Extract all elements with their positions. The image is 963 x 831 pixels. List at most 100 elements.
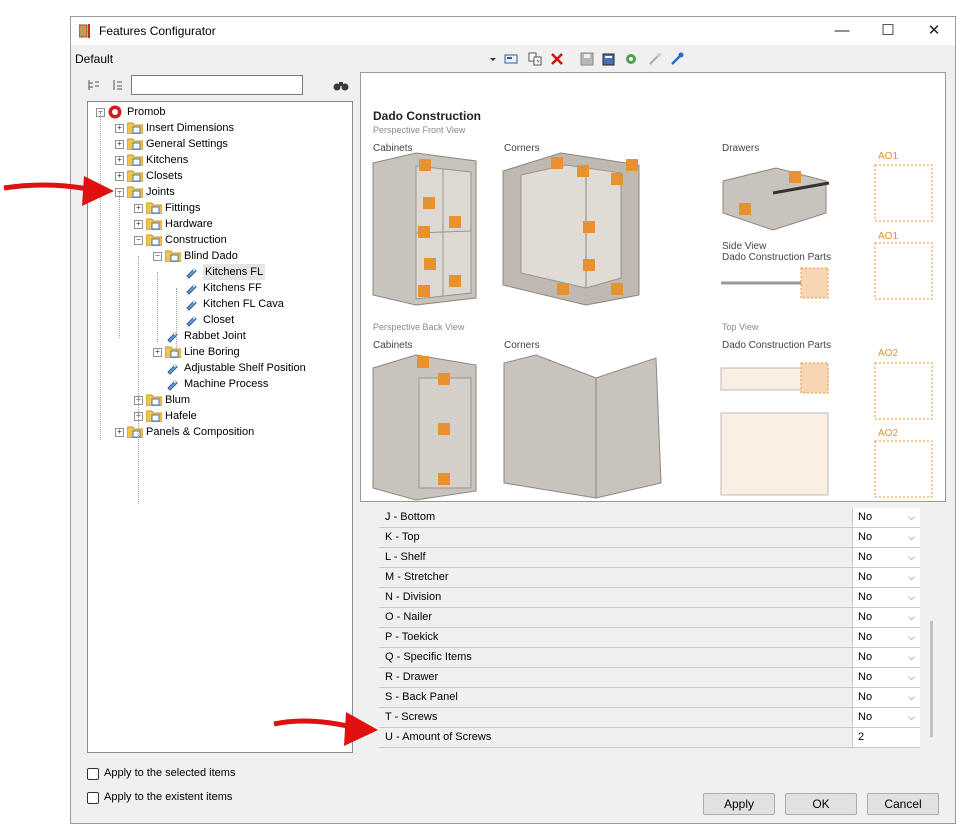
tree-node-label: Fittings (165, 202, 201, 214)
expand-all-icon[interactable] (87, 78, 101, 92)
property-value: No (858, 631, 873, 643)
red-arrow-screws (273, 712, 378, 746)
binoculars-icon[interactable] (333, 78, 349, 92)
apply-button[interactable]: Apply (703, 793, 775, 815)
property-value-dropdown[interactable]: No ⌵ (853, 668, 920, 687)
chevron-down-icon[interactable]: ⌵ (908, 628, 915, 647)
folder-icon (165, 250, 181, 262)
link-icon[interactable] (669, 51, 685, 67)
expand-icon[interactable]: + (153, 348, 162, 357)
chevron-down-icon[interactable]: ⌵ (908, 588, 915, 607)
tree-node-label: Closet (203, 314, 235, 326)
property-value-dropdown[interactable]: No ⌵ (853, 628, 920, 647)
property-value: No (858, 691, 873, 703)
feature-tag-icon (186, 268, 197, 279)
copy-profile-icon[interactable] (527, 51, 543, 67)
property-row[interactable]: L - Shelf No ⌵ (379, 548, 920, 568)
chevron-down-icon[interactable]: ⌵ (908, 568, 915, 587)
settings-gear-icon[interactable] (623, 51, 639, 67)
chevron-down-icon[interactable]: ⌵ (908, 668, 915, 687)
close-button[interactable]: ✕ (911, 17, 957, 45)
property-value: No (858, 571, 873, 583)
tree-node-label: Blum (165, 394, 191, 406)
property-value-dropdown[interactable]: No ⌵ (853, 608, 920, 627)
tree-search-input[interactable] (131, 75, 303, 95)
chevron-down-icon[interactable]: ⌵ (908, 508, 915, 527)
property-row[interactable]: P - Toekick No ⌵ (379, 628, 920, 648)
property-value: No (858, 711, 873, 723)
tree-node-label: Line Boring (184, 346, 240, 358)
expand-icon[interactable]: + (115, 428, 124, 437)
property-row[interactable]: Q - Specific Items No ⌵ (379, 648, 920, 668)
property-row[interactable]: T - Screws No ⌵ (379, 708, 920, 728)
cancel-button[interactable]: Cancel (867, 793, 939, 815)
property-value-dropdown[interactable]: No ⌵ (853, 588, 920, 607)
property-row[interactable]: R - Drawer No ⌵ (379, 668, 920, 688)
collapse-all-icon[interactable] (111, 78, 125, 92)
property-row[interactable]: O - Nailer No ⌵ (379, 608, 920, 628)
chevron-down-icon[interactable]: ⌵ (908, 548, 915, 567)
tree-connector-line (100, 112, 101, 440)
minimize-button[interactable]: — (819, 17, 865, 45)
property-value-dropdown[interactable]: No ⌵ (853, 708, 920, 727)
property-value-dropdown[interactable]: No ⌵ (853, 548, 920, 567)
folder-icon (146, 218, 162, 230)
dropdown-arrow-icon[interactable] (489, 51, 497, 67)
edit-profile-icon[interactable] (503, 51, 519, 67)
preview-image-panel: Dado Construction Perspective Front View… (360, 72, 946, 502)
chevron-down-icon[interactable]: ⌵ (908, 708, 915, 727)
property-value-dropdown[interactable]: No ⌵ (853, 648, 920, 667)
apply-selected-checkbox[interactable] (87, 768, 99, 780)
property-value-dropdown[interactable]: No ⌵ (853, 508, 920, 527)
chevron-down-icon[interactable]: ⌵ (908, 528, 915, 547)
property-value-dropdown[interactable]: No ⌵ (853, 528, 920, 547)
property-row[interactable]: J - Bottom No ⌵ (379, 508, 920, 528)
apply-selected-label: Apply to the selected items (104, 767, 236, 779)
expand-icon[interactable]: + (134, 220, 143, 229)
property-grid: J - Bottom No ⌵ K - Top No ⌵ L - Shelf No ⌵ M - S… (379, 508, 920, 748)
property-row[interactable]: K - Top No ⌵ (379, 528, 920, 548)
property-row[interactable]: M - Stretcher No ⌵ (379, 568, 920, 588)
expand-icon[interactable]: + (115, 156, 124, 165)
property-row[interactable]: N - Division No ⌵ (379, 588, 920, 608)
collapse-icon[interactable]: − (134, 236, 143, 245)
ao1-highlight (800, 267, 829, 299)
ok-button[interactable]: OK (785, 793, 857, 815)
property-value-dropdown[interactable]: 2 (853, 728, 920, 747)
property-value-dropdown[interactable]: No ⌵ (853, 688, 920, 707)
property-row[interactable]: S - Back Panel No ⌵ (379, 688, 920, 708)
app-icon (79, 24, 90, 38)
feature-tag-icon (186, 300, 197, 311)
save-icon[interactable] (579, 51, 595, 67)
chevron-down-icon[interactable]: ⌵ (908, 688, 915, 707)
tree-node-label: Construction (165, 234, 227, 246)
property-value-dropdown[interactable]: No ⌵ (853, 568, 920, 587)
wand-icon[interactable] (647, 51, 663, 67)
folder-icon (127, 170, 143, 182)
profile-label: Default (75, 52, 114, 66)
property-value: No (858, 551, 873, 563)
property-row[interactable]: U - Amount of Screws 2 (379, 728, 920, 748)
collapse-icon[interactable]: − (153, 252, 162, 261)
property-name: Q - Specific Items (379, 648, 853, 667)
folder-icon (127, 122, 143, 134)
apply-existent-checkbox[interactable] (87, 792, 99, 804)
property-grid-scrollbar[interactable] (930, 621, 933, 737)
tree-connector-line (157, 272, 158, 342)
property-name: T - Screws (379, 708, 853, 727)
expand-icon[interactable]: + (115, 124, 124, 133)
tree-connector-line (176, 288, 177, 352)
tree-node-label: Hafele (165, 410, 197, 422)
expand-icon[interactable]: + (134, 204, 143, 213)
property-value: No (858, 591, 873, 603)
maximize-button[interactable]: ☐ (865, 17, 911, 45)
expand-icon[interactable]: + (115, 140, 124, 149)
chevron-down-icon[interactable]: ⌵ (908, 648, 915, 667)
property-value: No (858, 511, 873, 523)
folder-icon (127, 186, 143, 198)
chevron-down-icon[interactable]: ⌵ (908, 608, 915, 627)
delete-icon[interactable] (549, 51, 565, 67)
export-icon[interactable] (601, 51, 617, 67)
tree-node-label: General Settings (146, 138, 228, 150)
feature-tag-icon (186, 316, 197, 327)
